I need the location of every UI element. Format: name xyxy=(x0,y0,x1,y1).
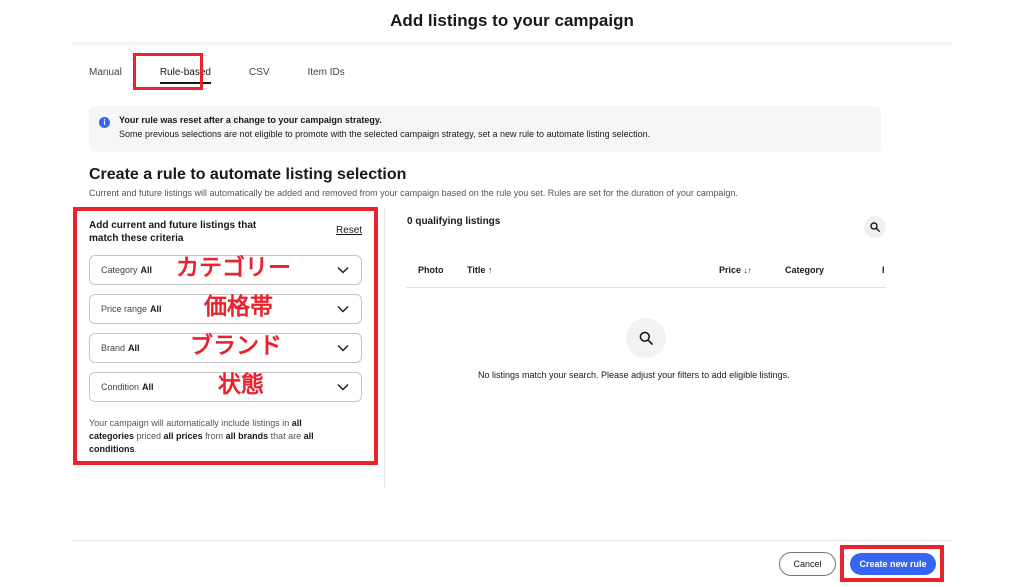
column-photo: Photo xyxy=(418,265,444,275)
tab-item-ids[interactable]: Item IDs xyxy=(308,56,345,90)
search-icon xyxy=(870,222,880,232)
alert-body: Some previous selections are not eligibl… xyxy=(119,129,651,139)
search-button[interactable] xyxy=(864,216,886,238)
filter-condition-label: Condition All xyxy=(101,382,154,392)
column-price[interactable]: Price ↓↑ xyxy=(719,265,752,275)
annotation-brand: ブランド xyxy=(190,333,282,359)
criteria-summary: Your campaign will automatically include… xyxy=(89,418,314,454)
highlight-box-create: Create new rule xyxy=(840,545,944,582)
alert-title: Your rule was reset after a change to yo… xyxy=(119,115,382,125)
chevron-down-icon xyxy=(337,384,349,391)
qualifying-count: 0 qualifying listings xyxy=(407,216,501,227)
column-title[interactable]: Title ↑ xyxy=(467,265,492,275)
criteria-panel: Add current and future listings that mat… xyxy=(73,207,378,465)
info-icon: i xyxy=(99,117,110,128)
criteria-title: Add current and future listings that mat… xyxy=(89,220,257,244)
tab-manual[interactable]: Manual xyxy=(89,56,122,90)
filter-condition[interactable]: Condition All 状態 xyxy=(89,372,362,402)
create-new-rule-button[interactable]: Create new rule xyxy=(850,553,936,575)
table-header-divider xyxy=(406,287,886,288)
filter-price-range[interactable]: Price range All 価格帯 xyxy=(89,294,362,324)
filter-brand-label: Brand All xyxy=(101,343,140,353)
panel-divider xyxy=(384,207,385,489)
annotation-price: 価格帯 xyxy=(204,294,273,320)
filter-brand[interactable]: Brand All ブランド xyxy=(89,333,362,363)
page-header: Add listings to your campaign xyxy=(0,0,1024,42)
section-title: Create a rule to automate listing select… xyxy=(89,166,407,183)
empty-state-icon xyxy=(626,318,666,358)
chevron-down-icon xyxy=(337,345,349,352)
column-category[interactable]: Category xyxy=(785,265,824,275)
page-title: Add listings to your campaign xyxy=(390,11,634,30)
annotation-condition: 状態 xyxy=(218,372,264,398)
highlight-box-tab xyxy=(133,53,203,90)
filter-price-label: Price range All xyxy=(101,304,162,314)
reset-link[interactable]: Reset xyxy=(336,225,362,236)
section-subtitle: Current and future listings will automat… xyxy=(89,188,738,198)
column-truncated: I xyxy=(882,265,885,275)
search-icon xyxy=(639,331,653,345)
sort-icon: ↓↑ xyxy=(743,266,752,275)
filter-category-label: Category All xyxy=(101,265,153,275)
cancel-button[interactable]: Cancel xyxy=(779,552,836,576)
chevron-down-icon xyxy=(337,306,349,313)
header-divider xyxy=(72,42,952,48)
chevron-down-icon xyxy=(337,267,349,274)
footer-divider xyxy=(72,540,952,541)
filter-category[interactable]: Category All カテゴリー xyxy=(89,255,362,285)
info-alert: i Your rule was reset after a change to … xyxy=(89,106,881,152)
annotation-category: カテゴリー xyxy=(176,255,291,281)
arrow-up-icon: ↑ xyxy=(487,265,493,275)
empty-state-message: No listings match your search. Please ad… xyxy=(478,370,790,380)
tab-csv[interactable]: CSV xyxy=(249,56,270,90)
